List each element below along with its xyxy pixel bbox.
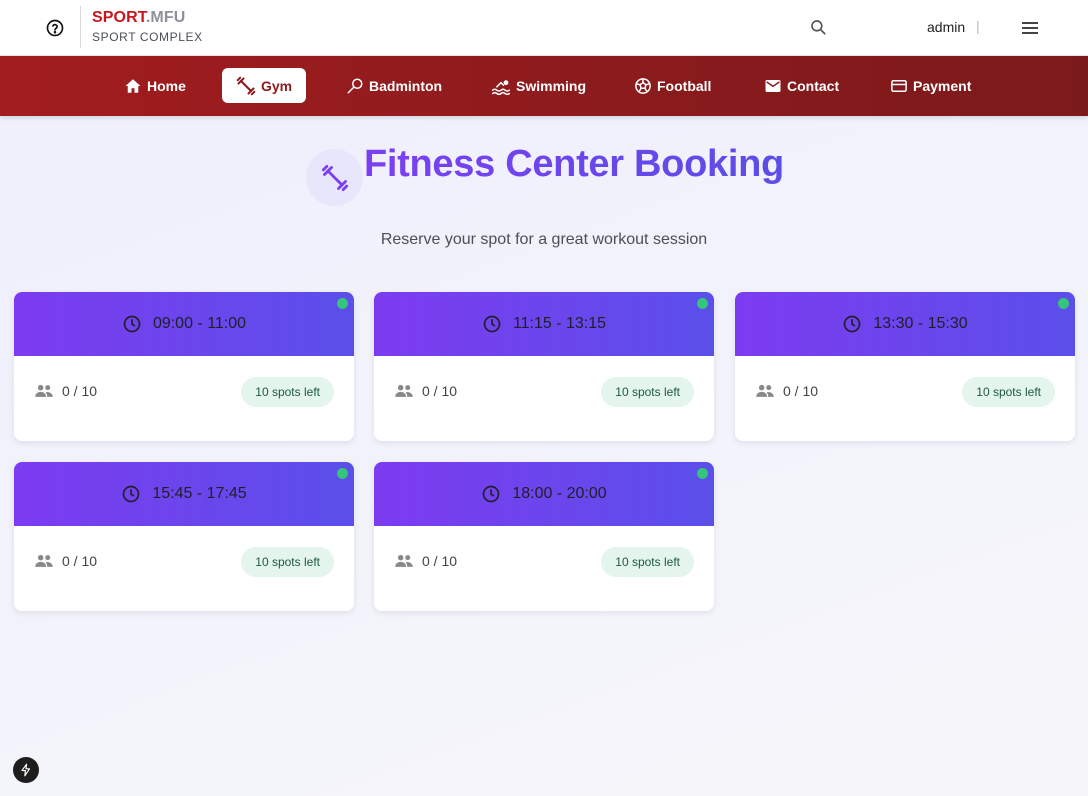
capacity-count: 0 / 10 xyxy=(422,553,458,569)
home-icon xyxy=(125,78,141,93)
page-title: Fitness Center Booking xyxy=(364,143,784,185)
nav-swimming[interactable]: Swimming xyxy=(477,68,600,103)
swimming-icon xyxy=(491,79,511,95)
clock-icon xyxy=(483,315,501,333)
top-header: SPORT.MFU SPORT COMPLEX admin | xyxy=(0,0,1088,56)
credit-card-icon xyxy=(891,79,907,92)
slot-time: 11:15 - 13:15 xyxy=(512,315,607,332)
capacity-count: 0 / 10 xyxy=(62,553,98,569)
slot-card-header: 13:30 - 15:30 xyxy=(735,292,1075,356)
slot-card[interactable]: 18:00 - 20:00 0 / 10 10 spots left xyxy=(374,462,714,611)
nav-payment-label: Payment xyxy=(913,77,972,94)
nav-badminton[interactable]: Badminton xyxy=(332,68,456,103)
spots-left-badge: 10 spots left xyxy=(962,377,1055,407)
clock-icon xyxy=(483,485,500,503)
fitness-icon-badge xyxy=(306,149,363,206)
lightning-icon[interactable] xyxy=(13,757,39,783)
menu-icon[interactable] xyxy=(1019,18,1041,38)
spots-left-badge: 10 spots left xyxy=(241,377,334,407)
nav-gym-label: Gym xyxy=(261,77,293,94)
search-icon[interactable] xyxy=(809,18,829,38)
capacity-count: 0 / 10 xyxy=(422,383,458,399)
mail-icon xyxy=(765,79,781,92)
clock-icon xyxy=(844,315,861,333)
slot-time: 13:30 - 15:30 xyxy=(873,315,968,332)
brand-name: SPORT.MFU xyxy=(92,10,203,26)
brand-subtitle: SPORT COMPLEX xyxy=(92,30,203,44)
slot-time: 09:00 - 11:00 xyxy=(152,315,247,332)
status-indicator xyxy=(697,298,708,309)
status-indicator xyxy=(337,468,348,479)
people-icon xyxy=(35,554,53,567)
help-icon[interactable] xyxy=(44,17,66,39)
slot-card-header: 11:15 - 13:15 xyxy=(374,292,714,356)
dumbbell-icon xyxy=(321,164,348,191)
people-icon xyxy=(35,384,53,397)
user-separator: | xyxy=(976,18,980,34)
slot-card[interactable]: 15:45 - 17:45 0 / 10 10 spots left xyxy=(14,462,354,611)
status-indicator xyxy=(1058,298,1069,309)
nav-payment[interactable]: Payment xyxy=(876,68,985,103)
slot-card[interactable]: 09:00 - 11:00 0 / 10 10 spots left xyxy=(14,292,354,441)
spots-left-badge: 10 spots left xyxy=(601,377,694,407)
page-subtitle: Reserve your spot for a great workout se… xyxy=(380,231,708,248)
people-icon xyxy=(395,384,413,397)
slot-card[interactable]: 13:30 - 15:30 0 / 10 10 spots left xyxy=(735,292,1075,441)
nav-football-label: Football xyxy=(657,77,712,94)
main-nav: Home Gym Badminton Swimming Football Con… xyxy=(0,56,1088,116)
nav-badminton-label: Badminton xyxy=(369,77,443,94)
nav-home[interactable]: Home xyxy=(110,68,200,103)
nav-contact[interactable]: Contact xyxy=(750,68,853,103)
nav-football[interactable]: Football xyxy=(620,68,725,103)
slot-time: 15:45 - 17:45 xyxy=(152,485,247,502)
racket-icon xyxy=(347,78,363,93)
slot-capacity: 0 / 10 xyxy=(34,383,97,399)
brand-divider xyxy=(80,6,81,48)
slot-capacity: 0 / 10 xyxy=(34,553,97,569)
brand-mfu-text: .MFU xyxy=(145,9,186,26)
capacity-count: 0 / 10 xyxy=(783,383,819,399)
people-icon xyxy=(756,384,774,397)
nav-swimming-label: Swimming xyxy=(516,77,587,94)
slot-card-header: 15:45 - 17:45 xyxy=(14,462,354,526)
brand-logo[interactable]: SPORT.MFU SPORT COMPLEX xyxy=(92,10,203,44)
nav-home-label: Home xyxy=(147,77,186,94)
clock-icon xyxy=(123,315,141,333)
capacity-count: 0 / 10 xyxy=(62,383,98,399)
slot-time: 18:00 - 20:00 xyxy=(512,485,607,502)
nav-gym[interactable]: Gym xyxy=(222,68,307,103)
clock-icon xyxy=(123,485,140,503)
slot-card-header: 09:00 - 11:00 xyxy=(14,292,354,356)
brand-sport-text: SPORT xyxy=(92,9,146,26)
football-icon xyxy=(635,77,651,94)
slot-card-header: 18:00 - 20:00 xyxy=(374,462,714,526)
people-icon xyxy=(395,554,413,567)
user-name[interactable]: admin xyxy=(927,19,965,35)
slot-capacity: 0 / 10 xyxy=(394,553,457,569)
spots-left-badge: 10 spots left xyxy=(241,547,334,577)
slot-capacity: 0 / 10 xyxy=(394,383,457,399)
spots-left-badge: 10 spots left xyxy=(601,547,694,577)
slot-capacity: 0 / 10 xyxy=(755,383,818,399)
dumbbell-icon xyxy=(236,76,256,95)
nav-contact-label: Contact xyxy=(787,77,840,94)
status-indicator xyxy=(697,468,708,479)
status-indicator xyxy=(337,298,348,309)
slot-card[interactable]: 11:15 - 13:15 0 / 10 10 spots left xyxy=(374,292,714,441)
